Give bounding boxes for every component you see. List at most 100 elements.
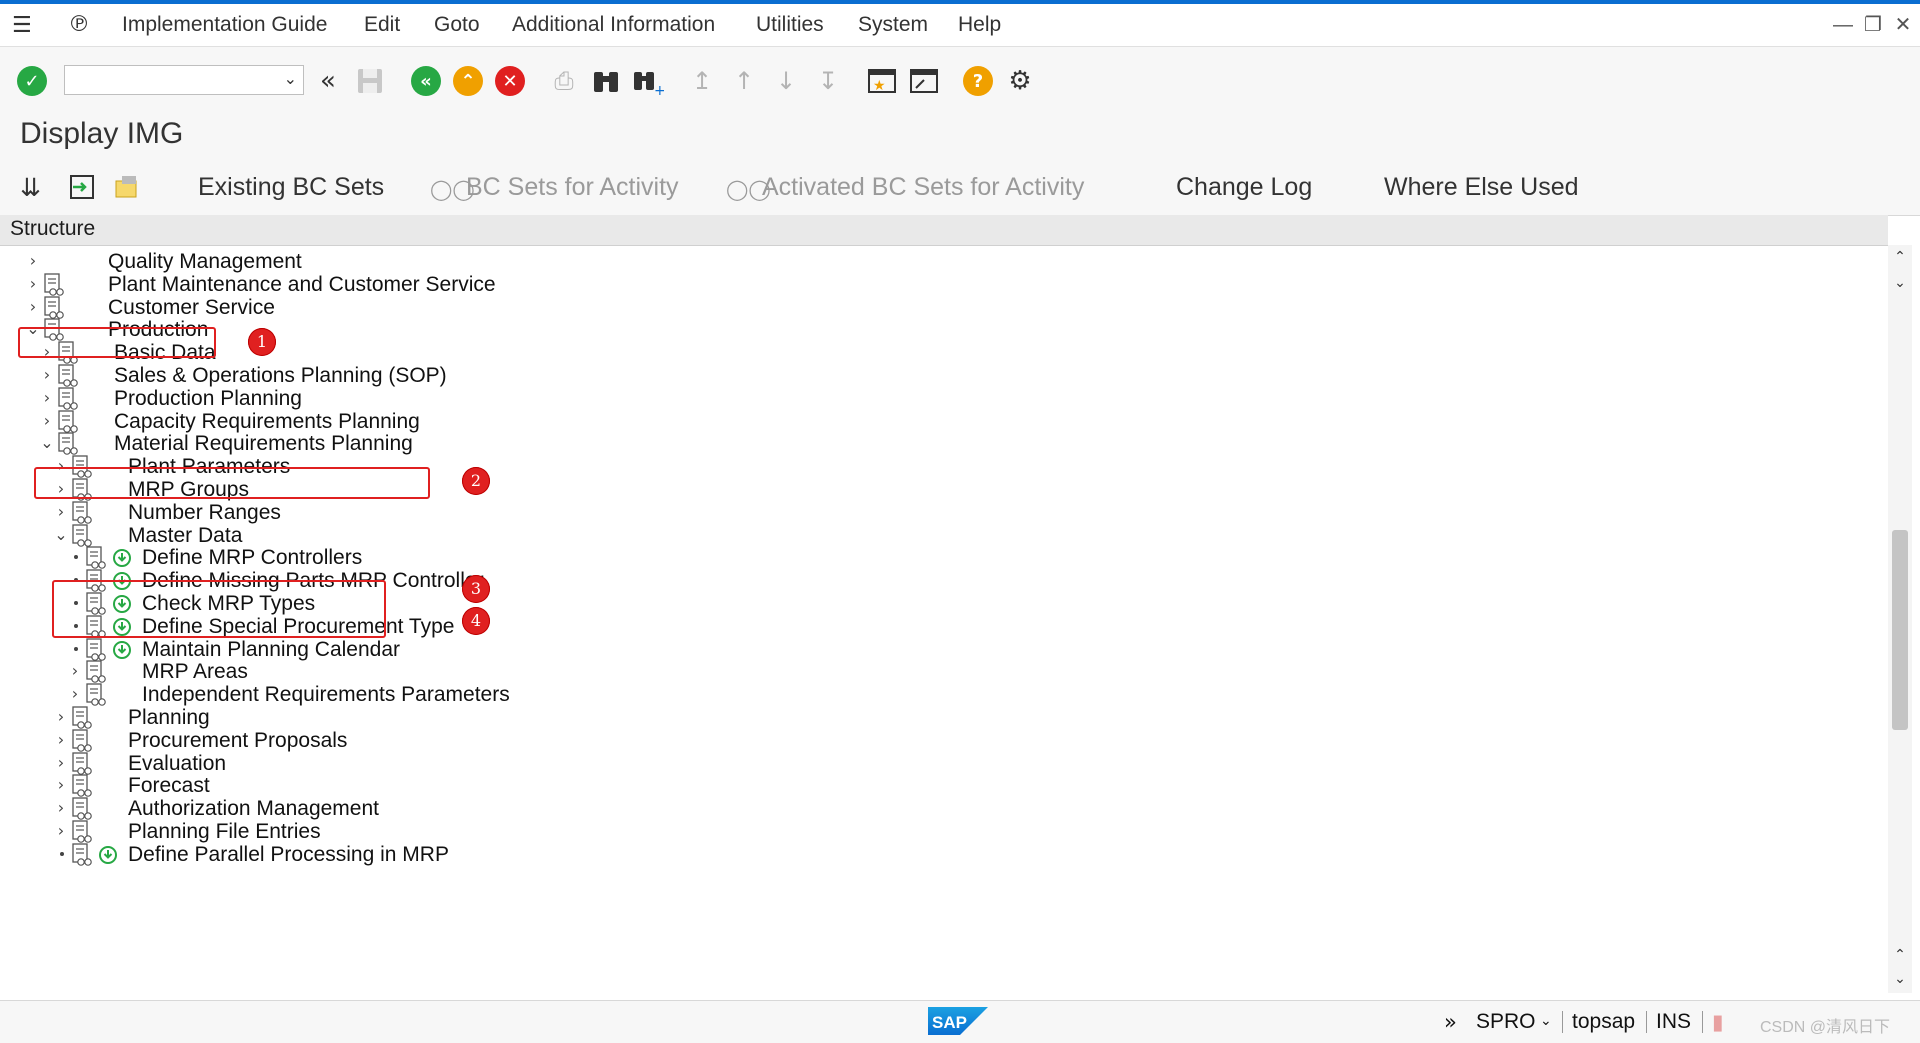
command-field[interactable]: ⌄: [64, 65, 304, 95]
menu-icon[interactable]: ☰: [12, 4, 32, 46]
chevron-right-icon[interactable]: ›: [54, 730, 68, 749]
scrollbar-thumb[interactable]: [1892, 530, 1908, 730]
change-log-button[interactable]: Change Log: [1176, 173, 1312, 202]
tree-node-label[interactable]: Planning: [128, 706, 210, 730]
tree-node[interactable]: Define Parallel Processing in MRP: [0, 842, 1100, 870]
find-next-icon[interactable]: +: [632, 65, 664, 97]
chevron-right-icon[interactable]: ›: [40, 411, 54, 430]
tree-node-label[interactable]: Customer Service: [108, 296, 275, 320]
documentation-icon[interactable]: [58, 432, 78, 456]
tree-node-label[interactable]: Sales & Operations Planning (SOP): [114, 364, 447, 388]
tree-node-label[interactable]: Master Data: [128, 524, 242, 548]
documentation-icon[interactable]: [72, 729, 92, 753]
print-icon[interactable]: ⎙: [548, 65, 580, 97]
documentation-icon[interactable]: [86, 546, 106, 570]
documentation-icon[interactable]: [72, 797, 92, 821]
customize-layout-icon[interactable]: ⚙: [1004, 65, 1036, 97]
save-icon[interactable]: [354, 65, 386, 97]
find-icon[interactable]: [590, 65, 622, 97]
chevron-right-icon[interactable]: ›: [26, 251, 40, 270]
documentation-icon[interactable]: [86, 660, 106, 684]
menu-help[interactable]: Help: [958, 4, 1001, 46]
prev-page-icon[interactable]: ↑: [728, 65, 760, 97]
tree-node-label[interactable]: Quality Management: [108, 250, 302, 274]
menu-edit[interactable]: Edit: [364, 4, 400, 46]
vertical-scrollbar[interactable]: ⌃ ⌄ ⌃ ⌄: [1888, 245, 1912, 993]
scroll-down-icon[interactable]: ⌄: [1888, 275, 1912, 295]
tree-node-label[interactable]: MRP Areas: [142, 660, 248, 684]
close-icon[interactable]: ✕: [1890, 10, 1916, 40]
shortcut-icon[interactable]: [908, 65, 940, 97]
menu-system[interactable]: System: [858, 4, 928, 46]
documentation-icon[interactable]: [72, 752, 92, 776]
chevron-right-icon[interactable]: ›: [26, 297, 40, 316]
tree-node-label[interactable]: Procurement Proposals: [128, 729, 347, 753]
next-page-icon[interactable]: ↓: [770, 65, 802, 97]
tree-node-label[interactable]: Maintain Planning Calendar: [142, 638, 400, 662]
tree-node-label[interactable]: Evaluation: [128, 752, 226, 776]
documentation-icon[interactable]: [72, 706, 92, 730]
chevron-right-icon[interactable]: ›: [26, 274, 40, 293]
execute-activity-icon[interactable]: [112, 640, 132, 660]
chevron-right-icon[interactable]: ›: [68, 661, 82, 680]
chevron-right-icon[interactable]: ›: [54, 798, 68, 817]
bc-sets-for-activity-button[interactable]: BC Sets for Activity: [466, 173, 679, 202]
tree-node-label[interactable]: Forecast: [128, 774, 210, 798]
first-page-icon[interactable]: ↥: [686, 65, 718, 97]
tree-node-label[interactable]: Define MRP Controllers: [142, 546, 362, 570]
chevron-right-icon[interactable]: ›: [40, 365, 54, 384]
chevron-right-icon[interactable]: ›: [54, 821, 68, 840]
scroll-up-icon[interactable]: ⌃: [1888, 947, 1912, 967]
bc-set-icon[interactable]: [112, 173, 140, 208]
tree-node-label[interactable]: Capacity Requirements Planning: [114, 410, 420, 434]
menu-goto[interactable]: Goto: [434, 4, 480, 46]
chevron-down-icon[interactable]: ⌄: [54, 525, 68, 544]
menu-implementation-guide[interactable]: Implementation Guide: [122, 4, 327, 46]
tree-node-label[interactable]: Material Requirements Planning: [114, 432, 413, 456]
cancel-icon[interactable]: ✕: [494, 65, 526, 97]
sap-menu-icon[interactable]: ℗: [68, 4, 90, 46]
where-else-used-button[interactable]: Where Else Used: [1384, 173, 1579, 202]
chevron-right-icon[interactable]: ›: [54, 502, 68, 521]
documentation-icon[interactable]: [72, 501, 92, 525]
execute-activity-icon[interactable]: [98, 845, 118, 865]
chevron-right-icon[interactable]: ›: [54, 707, 68, 726]
tree-node-label[interactable]: Planning File Entries: [128, 820, 321, 844]
chevron-down-icon[interactable]: ⌄: [40, 433, 54, 452]
restore-icon[interactable]: ❐: [1860, 10, 1886, 40]
expand-all-icon[interactable]: ⇊: [20, 173, 41, 202]
position-icon[interactable]: [68, 173, 96, 208]
existing-bc-sets-button[interactable]: Existing BC Sets: [198, 173, 384, 202]
chevron-right-icon[interactable]: ›: [54, 775, 68, 794]
documentation-icon[interactable]: [44, 296, 64, 320]
menu-additional-information[interactable]: Additional Information: [512, 4, 715, 46]
help-icon[interactable]: ?: [962, 65, 994, 97]
last-page-icon[interactable]: ↧: [812, 65, 844, 97]
documentation-icon[interactable]: [72, 524, 92, 548]
back-double-icon[interactable]: «: [312, 65, 344, 97]
create-session-icon[interactable]: ★: [866, 65, 898, 97]
documentation-icon[interactable]: [86, 683, 106, 707]
menu-utilities[interactable]: Utilities: [756, 4, 824, 46]
documentation-icon[interactable]: [86, 638, 106, 662]
tree-node-label[interactable]: Plant Maintenance and Customer Service: [108, 273, 496, 297]
status-expand-icon[interactable]: »: [1444, 1010, 1457, 1034]
documentation-icon[interactable]: [72, 843, 92, 867]
documentation-icon[interactable]: [58, 410, 78, 434]
exit-icon[interactable]: ⌃: [452, 65, 484, 97]
chevron-down-icon[interactable]: ⌄: [1540, 1013, 1552, 1029]
chevron-right-icon[interactable]: ›: [54, 753, 68, 772]
chevron-down-icon[interactable]: ⌄: [284, 69, 297, 89]
scroll-down-icon[interactable]: ⌄: [1888, 971, 1912, 991]
activated-bc-sets-button[interactable]: Activated BC Sets for Activity: [762, 173, 1084, 202]
documentation-icon[interactable]: [44, 273, 64, 297]
tree-node-label[interactable]: Independent Requirements Parameters: [142, 683, 510, 707]
tree-node-label[interactable]: Define Parallel Processing in MRP: [128, 843, 449, 867]
tree-node-label[interactable]: Number Ranges: [128, 501, 281, 525]
documentation-icon[interactable]: [72, 774, 92, 798]
documentation-icon[interactable]: [58, 387, 78, 411]
tree-node-label[interactable]: Authorization Management: [128, 797, 379, 821]
chevron-right-icon[interactable]: ›: [40, 388, 54, 407]
tree-node-label[interactable]: Production Planning: [114, 387, 302, 411]
chevron-right-icon[interactable]: ›: [68, 684, 82, 703]
